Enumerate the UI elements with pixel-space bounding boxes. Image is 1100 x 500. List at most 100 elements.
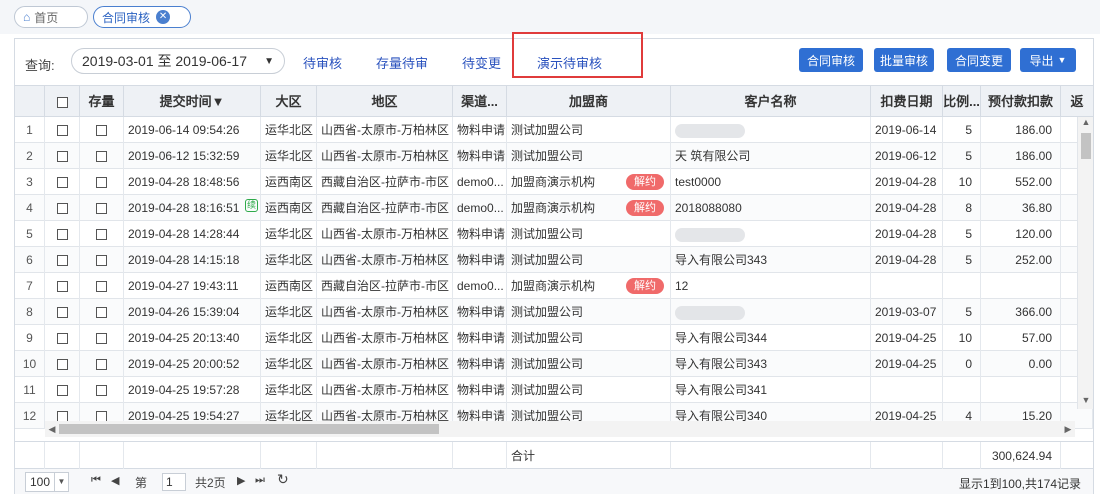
row-checkbox[interactable] (56, 125, 68, 137)
stock-checkbox[interactable] (96, 385, 107, 397)
cell-row-select (45, 195, 80, 221)
header-submit-time[interactable]: 提交时间▼ (124, 86, 261, 118)
date-range-select[interactable]: 2019-03-01 至 2019-06-17 ▼ (71, 48, 285, 74)
franchise-text: 测试加盟公司 (511, 305, 584, 319)
table-row[interactable]: 10 2019-04-25 20:00:52 运华北区 山西省-太原市-万柏林区 物料申… (15, 351, 1093, 377)
cell-row-index: 12 (15, 403, 45, 429)
channel-text: 物料申请 (457, 149, 506, 163)
header-franchise[interactable]: 加盟商 (507, 86, 671, 118)
prev-page-icon[interactable]: ◀ (111, 474, 119, 487)
customer-name-text: 天 筑有限公司 (675, 149, 751, 163)
last-page-icon[interactable]: ⏭ (255, 474, 265, 487)
stock-checkbox[interactable] (96, 177, 107, 189)
customer-name-text: 导入有限公司341 (675, 383, 768, 397)
vertical-scrollbar[interactable]: ▲ ▼ (1077, 117, 1093, 409)
deduct-date-text: 2019-04-25 (875, 357, 937, 371)
tab-home[interactable]: ⌂ 首页 (14, 6, 88, 28)
next-page-icon[interactable]: ▶ (237, 474, 245, 487)
row-checkbox[interactable] (56, 307, 68, 319)
cell-customer-name: 导入有限公司343 (671, 351, 871, 377)
header-ratio[interactable]: 比例... (943, 86, 981, 118)
vertical-scroll-thumb[interactable] (1081, 133, 1091, 159)
row-checkbox[interactable] (56, 203, 68, 215)
row-checkbox[interactable] (56, 281, 68, 293)
contract-change-button[interactable]: 合同变更 (947, 48, 1011, 72)
area-text: 山西省-太原市-万柏林区 (321, 357, 449, 371)
table-row[interactable]: 3 2019-04-28 18:48:56 运西南区 西藏自治区-拉萨市-市区 demo… (15, 169, 1093, 195)
row-checkbox[interactable] (56, 151, 68, 163)
scroll-left-icon[interactable]: ◀ (45, 421, 59, 437)
link-pending-change[interactable]: 待变更 (462, 53, 501, 72)
stock-checkbox[interactable] (96, 229, 107, 241)
scroll-down-icon[interactable]: ▼ (1078, 395, 1093, 409)
header-prepay-deduct[interactable]: 预付款扣款 (981, 86, 1061, 118)
batch-review-button[interactable]: 批量审核 (874, 48, 934, 72)
row-checkbox[interactable] (56, 359, 68, 371)
table-row[interactable]: 1 2019-06-14 09:54:26 运华北区 山西省-太原市-万柏林区 物料申请… (15, 117, 1093, 143)
refresh-icon[interactable]: ↻ (277, 471, 289, 488)
header-select-all[interactable] (45, 86, 80, 118)
row-index-text: 11 (23, 383, 36, 397)
cell-prepay-amount: 552.00 (981, 169, 1061, 195)
contract-review-button[interactable]: 合同审核 (799, 48, 863, 72)
stock-checkbox[interactable] (96, 333, 107, 345)
stock-checkbox[interactable] (96, 151, 107, 163)
scroll-up-icon[interactable]: ▲ (1078, 117, 1093, 131)
link-stock-pending[interactable]: 存量待审 (376, 53, 428, 72)
horizontal-scrollbar[interactable]: ◀ ▶ (45, 421, 1075, 437)
header-area[interactable]: 地区 (317, 86, 453, 118)
ratio-text: 10 (958, 331, 972, 345)
horizontal-scroll-thumb[interactable] (59, 424, 439, 434)
stock-checkbox[interactable] (96, 359, 107, 371)
ratio-text: 5 (965, 253, 972, 267)
cell-region: 运华北区 (261, 117, 317, 143)
link-pending-review[interactable]: 待审核 (303, 53, 342, 72)
row-index-text: 2 (26, 149, 33, 163)
first-page-icon[interactable]: ⏮ (91, 474, 101, 487)
table-row[interactable]: 9 2019-04-25 20:13:40 运华北区 山西省-太原市-万柏林区 物料申请… (15, 325, 1093, 351)
stock-checkbox[interactable] (96, 203, 107, 215)
stock-checkbox[interactable] (96, 307, 107, 319)
cell-row-select (45, 325, 80, 351)
table-row[interactable]: 7 2019-04-27 19:43:11 运西南区 西藏自治区-拉萨市-市区 demo… (15, 273, 1093, 299)
header-stock[interactable]: 存量 (80, 86, 124, 118)
query-label: 查询: (25, 58, 55, 73)
header-customer[interactable]: 客户名称 (671, 86, 871, 118)
ratio-text: 8 (965, 201, 972, 215)
table-row[interactable]: 8 2019-04-26 15:39:04 运华北区 山西省-太原市-万柏林区 物料申请… (15, 299, 1093, 325)
row-checkbox[interactable] (56, 255, 68, 267)
header-region[interactable]: 大区 (261, 86, 317, 118)
table-row[interactable]: 4 2019-04-28 18:16:51 续运西南区 西藏自治区-拉萨市-市区 dem… (15, 195, 1093, 221)
table-row[interactable]: 11 2019-04-25 19:57:28 运华北区 山西省-太原市-万柏林区 物料申… (15, 377, 1093, 403)
table-row[interactable]: 2 2019-06-12 15:32:59 运华北区 山西省-太原市-万柏林区 物料申请… (15, 143, 1093, 169)
table-row[interactable]: 5 2019-04-28 14:28:44 运华北区 山西省-太原市-万柏林区 物料申请… (15, 221, 1093, 247)
row-checkbox[interactable] (56, 177, 68, 189)
cell-prepay-amount (981, 273, 1061, 299)
row-checkbox[interactable] (56, 229, 68, 241)
stock-checkbox[interactable] (96, 125, 107, 137)
export-button[interactable]: 导出 ▼ (1020, 48, 1076, 72)
tab-contract-review[interactable]: 合同审核 ✕ (93, 6, 191, 28)
table-row[interactable]: 6 2019-04-28 14:15:18 运华北区 山西省-太原市-万柏林区 物料申请… (15, 247, 1093, 273)
row-checkbox[interactable] (56, 333, 68, 345)
customer-name-text: 12 (675, 279, 689, 293)
row-checkbox[interactable] (56, 385, 68, 397)
stock-checkbox[interactable] (96, 255, 107, 267)
page-number-input[interactable]: 1 (162, 473, 186, 491)
cell-row-index: 5 (15, 221, 45, 247)
region-text: 运西南区 (265, 201, 314, 215)
header-channel[interactable]: 渠道... (453, 86, 507, 118)
header-return[interactable]: 返 (1061, 86, 1093, 118)
cell-region: 运华北区 (261, 377, 317, 403)
cell-channel: 物料申请 (453, 299, 507, 325)
summary-row: 合计 300,624.94 (15, 441, 1093, 470)
prepay-amount-text: 552.00 (1015, 175, 1052, 189)
channel-text: 物料申请 (457, 253, 506, 267)
select-all-checkbox[interactable] (56, 97, 68, 109)
page-size-select[interactable]: 100 ▼ (25, 472, 69, 492)
close-icon[interactable]: ✕ (156, 10, 171, 24)
stock-checkbox[interactable] (96, 281, 107, 293)
header-deduct-date[interactable]: 扣费日期 (871, 86, 943, 118)
scroll-right-icon[interactable]: ▶ (1061, 421, 1075, 437)
cell-row-index: 4 (15, 195, 45, 221)
